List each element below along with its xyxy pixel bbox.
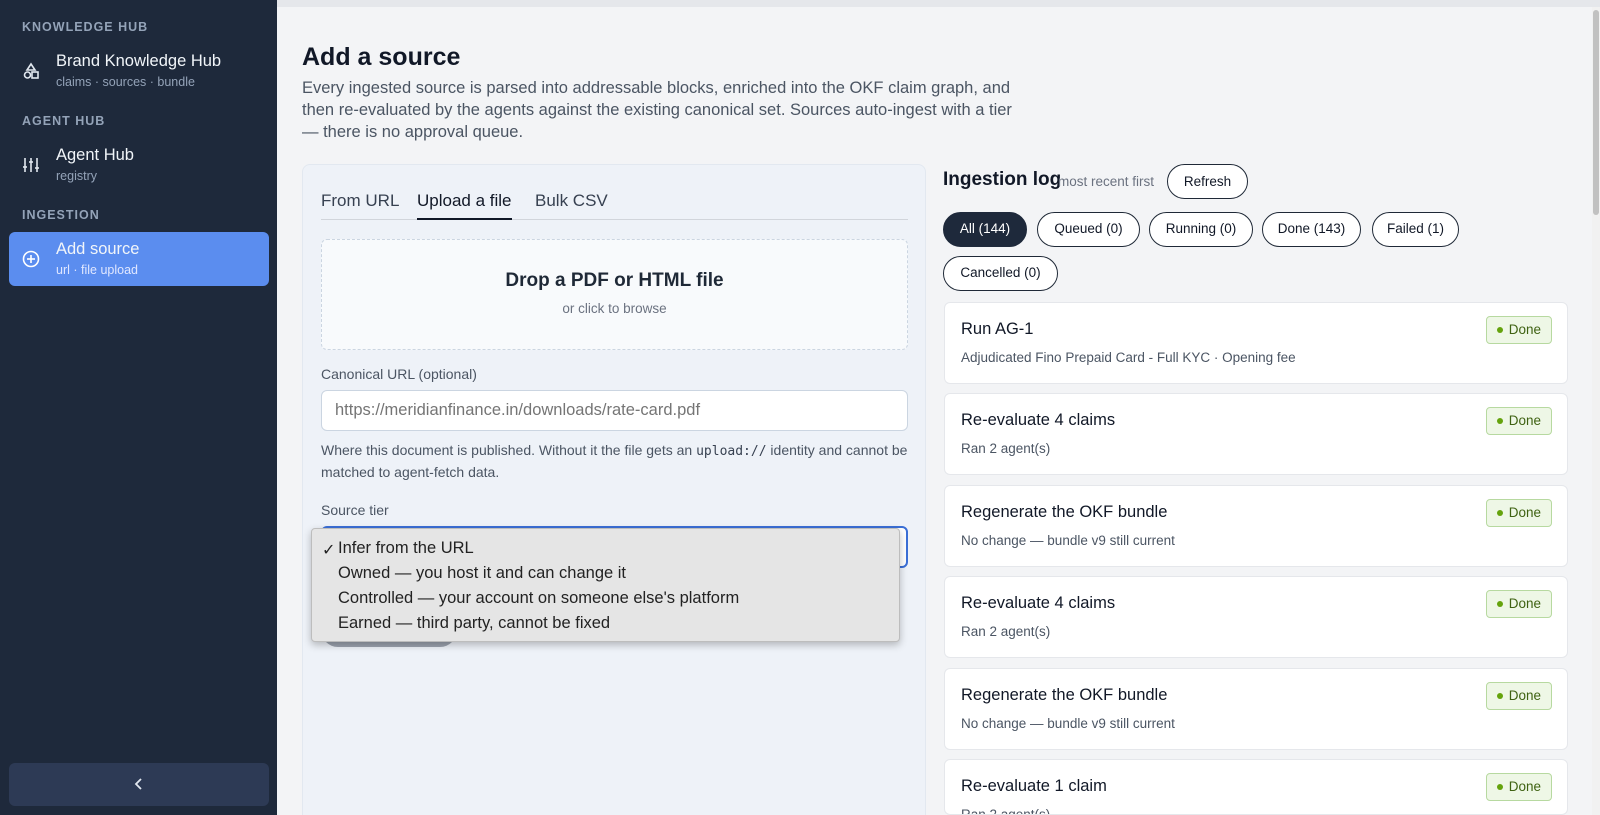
tier-option-infer[interactable]: Infer from the URL <box>338 539 474 558</box>
hint-text: Where this document is published. Withou… <box>321 442 697 458</box>
log-entry[interactable]: Re-evaluate 4 claims Ran 2 agent(s) Done <box>944 393 1568 475</box>
ingestion-log-title: Ingestion log <box>943 169 1062 190</box>
page-description: Every ingested source is parsed into add… <box>302 79 1012 141</box>
page-title: Add a source <box>302 43 461 71</box>
sidebar-item-brand-knowledge-hub[interactable]: Brand Knowledge Hub claims · sources · b… <box>9 44 269 98</box>
log-entry-title: Regenerate the OKF bundle <box>961 686 1168 704</box>
filter-running[interactable]: Running (0) <box>1149 212 1253 247</box>
tier-option-controlled[interactable]: Controlled — your account on someone els… <box>338 589 739 608</box>
status-badge: Done <box>1485 316 1552 344</box>
plus-circle-icon <box>22 250 40 268</box>
log-entry[interactable]: Regenerate the OKF bundle No change — bu… <box>944 668 1568 750</box>
tab-from-url[interactable]: From URL <box>321 191 399 218</box>
source-tier-dropdown: ✓ Infer from the URL Owned — you host it… <box>311 528 900 642</box>
source-tabs: From URL Upload a file Bulk CSV <box>321 185 908 220</box>
sidebar-item-sub: registry <box>56 169 97 183</box>
canonical-url-input[interactable] <box>321 390 908 431</box>
canonical-url-label: Canonical URL (optional) <box>321 366 477 382</box>
tier-option-earned[interactable]: Earned — third party, cannot be fixed <box>338 614 610 633</box>
tier-option-owned[interactable]: Owned — you host it and can change it <box>338 564 626 583</box>
scrollbar-thumb[interactable] <box>1593 10 1599 215</box>
sidebar: KNOWLEDGE HUB Brand Knowledge Hub claims… <box>0 0 277 815</box>
sidebar-section-knowledge-hub: KNOWLEDGE HUB <box>22 20 149 34</box>
log-entry-sub: Ran 2 agent(s) <box>961 807 1051 815</box>
log-entry[interactable]: Re-evaluate 1 claim Ran 2 agent(s) Done <box>944 759 1568 815</box>
add-source-panel: From URL Upload a file Bulk CSV Drop a P… <box>302 164 926 815</box>
tab-bulk-csv[interactable]: Bulk CSV <box>535 191 608 218</box>
log-entry-sub: No change — bundle v9 still current <box>961 716 1175 731</box>
shapes-icon <box>23 62 39 79</box>
log-entry-title: Re-evaluate 4 claims <box>961 594 1116 612</box>
log-entry[interactable]: Run AG-1 Adjudicated Fino Prepaid Card -… <box>944 302 1568 384</box>
status-badge: Done <box>1485 590 1552 618</box>
log-entry[interactable]: Regenerate the OKF bundle No change — bu… <box>944 485 1568 567</box>
log-entry-title: Run AG-1 <box>961 320 1034 338</box>
main-content: Add a source Every ingested source is pa… <box>277 7 1592 815</box>
sidebar-item-sub: claims · sources · bundle <box>56 75 195 89</box>
sidebar-section-agent-hub: AGENT HUB <box>22 114 106 128</box>
log-entry[interactable]: Re-evaluate 4 claims Ran 2 agent(s) Done <box>944 576 1568 658</box>
log-entry-sub: Adjudicated Fino Prepaid Card - Full KYC… <box>961 350 1296 365</box>
sidebar-item-agent-hub[interactable]: Agent Hub registry <box>9 138 269 192</box>
log-entry-title: Regenerate the OKF bundle <box>961 503 1168 521</box>
filter-cancelled[interactable]: Cancelled (0) <box>943 256 1058 291</box>
status-badge: Done <box>1485 773 1552 801</box>
sidebar-collapse-button[interactable] <box>9 763 269 806</box>
status-badge: Done <box>1485 682 1552 710</box>
sidebar-section-ingestion: INGESTION <box>22 208 100 222</box>
sidebar-item-title: Agent Hub <box>56 146 134 164</box>
canonical-url-hint: Where this document is published. Withou… <box>321 440 916 483</box>
sidebar-item-title: Brand Knowledge Hub <box>56 52 222 70</box>
hint-code: upload:// <box>696 444 767 459</box>
file-dropzone[interactable]: Drop a PDF or HTML file or click to brow… <box>321 239 908 350</box>
status-badge: Done <box>1485 499 1552 527</box>
sidebar-item-sub: url · file upload <box>56 263 138 277</box>
log-entry-sub: Ran 2 agent(s) <box>961 441 1051 456</box>
ingestion-log-sub: most recent first <box>1058 174 1155 189</box>
filter-queued[interactable]: Queued (0) <box>1037 212 1140 247</box>
status-badge: Done <box>1485 407 1552 435</box>
filter-all[interactable]: All (144) <box>943 212 1027 247</box>
source-tier-label: Source tier <box>321 502 389 518</box>
filter-failed[interactable]: Failed (1) <box>1372 212 1459 247</box>
top-bar <box>277 0 1600 7</box>
log-entry-title: Re-evaluate 1 claim <box>961 777 1107 795</box>
chevron-left-icon <box>134 778 142 790</box>
check-icon: ✓ <box>322 542 336 559</box>
log-entry-sub: No change — bundle v9 still current <box>961 533 1175 548</box>
log-entry-title: Re-evaluate 4 claims <box>961 411 1116 429</box>
dropzone-sub: or click to browse <box>562 301 667 316</box>
sidebar-item-add-source[interactable]: Add source url · file upload <box>9 232 269 286</box>
log-entry-sub: Ran 2 agent(s) <box>961 624 1051 639</box>
dropzone-title: Drop a PDF or HTML file <box>505 270 724 291</box>
refresh-button[interactable]: Refresh <box>1167 164 1248 199</box>
sidebar-item-title: Add source <box>56 240 140 258</box>
tab-upload-file[interactable]: Upload a file <box>417 191 512 220</box>
sliders-icon <box>23 158 39 172</box>
filter-done[interactable]: Done (143) <box>1262 212 1361 247</box>
